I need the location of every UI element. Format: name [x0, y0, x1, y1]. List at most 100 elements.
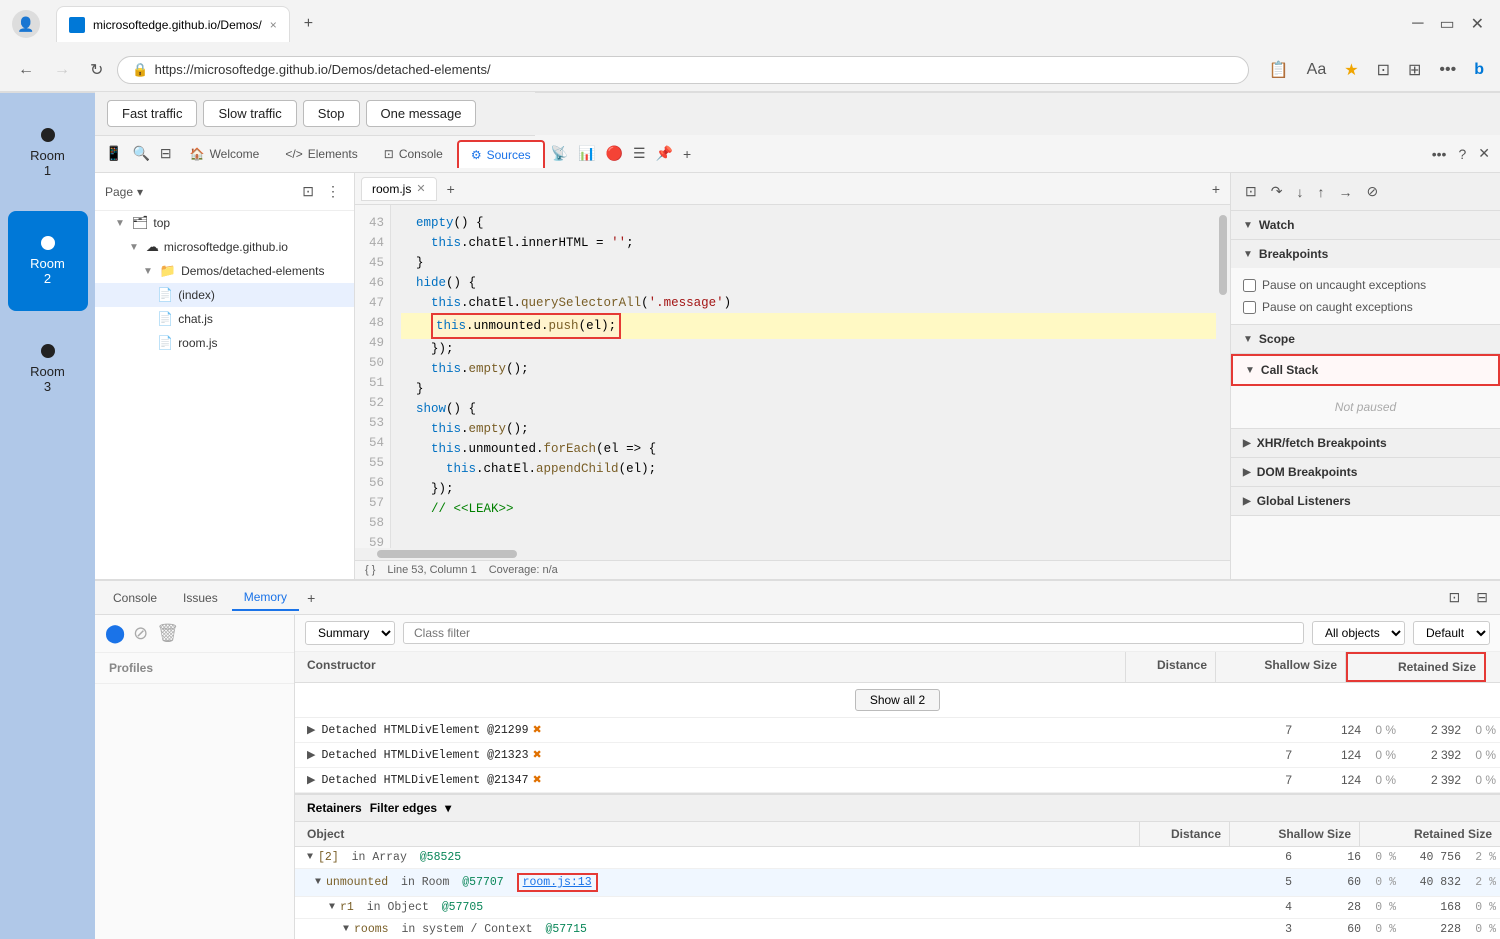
- global-label: Global Listeners: [1257, 494, 1351, 508]
- objects-select[interactable]: All objects: [1312, 621, 1405, 645]
- xhr-header[interactable]: ▶ XHR/fetch Breakpoints: [1231, 429, 1500, 457]
- toggle-drawer-button[interactable]: ⊟: [156, 141, 176, 166]
- pause-uncaught-checkbox[interactable]: [1243, 279, 1256, 292]
- show-all-button[interactable]: Show all 2: [855, 689, 940, 711]
- performance-icon[interactable]: 📊: [574, 141, 599, 166]
- heap-row-3[interactable]: ▶ Detached HTMLDivElement @21347 ✖ 7 124…: [295, 768, 1500, 793]
- collections-button[interactable]: 📋: [1265, 56, 1293, 84]
- scope-header[interactable]: ▼ Scope: [1231, 325, 1500, 353]
- add-panel-button[interactable]: +: [301, 587, 321, 609]
- step-into-button[interactable]: ↓: [1292, 180, 1307, 204]
- tab-console[interactable]: ⊡ Console: [372, 141, 455, 167]
- add-tab-button[interactable]: +: [679, 142, 695, 166]
- step-button[interactable]: →: [1334, 180, 1356, 204]
- breakpoints-header[interactable]: ▼ Breakpoints: [1231, 240, 1500, 268]
- fast-traffic-button[interactable]: Fast traffic: [107, 100, 197, 127]
- add-file-button[interactable]: +: [1208, 177, 1224, 201]
- tab-sources[interactable]: ⚙ Sources: [457, 140, 545, 168]
- sidebar-toggle-button[interactable]: ⊡: [298, 179, 318, 204]
- forward-button[interactable]: →: [48, 57, 76, 83]
- device-toolbar-button[interactable]: 📱: [101, 141, 126, 166]
- tab-elements[interactable]: </> Elements: [273, 141, 369, 167]
- view-mode-select[interactable]: Summary: [305, 621, 395, 645]
- call-stack-header[interactable]: ▼ Call Stack: [1231, 354, 1500, 386]
- ret-row-2[interactable]: ▼ unmounted in Room @57707 room.js:13 5 …: [295, 869, 1500, 897]
- ret-row-4[interactable]: ▼ rooms in system / Context @57715 3 60 …: [295, 919, 1500, 939]
- dom-breakpoints-header[interactable]: ▶ DOM Breakpoints: [1231, 458, 1500, 486]
- bing-chat-button[interactable]: b: [1470, 57, 1488, 83]
- split-screen-button[interactable]: ⊡: [1373, 56, 1394, 84]
- memory-tab[interactable]: Memory: [232, 585, 299, 611]
- settings-button[interactable]: •••: [1435, 57, 1460, 83]
- workspaces-button[interactable]: ⊞: [1404, 56, 1425, 84]
- step-out-button[interactable]: ↑: [1313, 180, 1328, 204]
- tab-welcome[interactable]: 🏠 Welcome: [178, 141, 272, 167]
- tree-top[interactable]: ▼ 🗂 top: [95, 211, 354, 235]
- help-button[interactable]: ?: [1454, 142, 1470, 166]
- sidebar-more-button[interactable]: ⋮: [322, 179, 344, 204]
- immersive-reader-button[interactable]: Aa: [1303, 57, 1331, 83]
- panel-icon1[interactable]: ⊡: [1443, 586, 1467, 609]
- code-content[interactable]: 43444546 47484950 51525354 55565758 59 e…: [355, 205, 1230, 548]
- add-editor-tab-button[interactable]: +: [441, 181, 461, 197]
- room3-item[interactable]: Room3: [8, 319, 88, 419]
- tree-host[interactable]: ▼ ☁ microsoftedge.github.io: [95, 235, 354, 259]
- tree-index[interactable]: 📄 (index): [95, 283, 354, 307]
- tree-folder-label: Demos/detached-elements: [181, 264, 324, 278]
- restore-button[interactable]: ▭: [1435, 10, 1458, 38]
- address-bar[interactable]: 🔒 https://microsoftedge.github.io/Demos/…: [117, 56, 1248, 84]
- stop-record-button[interactable]: ⊘: [133, 623, 148, 644]
- resume-button[interactable]: ⊡: [1241, 179, 1261, 204]
- editor-tab-close[interactable]: ✕: [416, 182, 425, 195]
- browser-tab[interactable]: microsoftedge.github.io/Demos/ ×: [56, 6, 290, 42]
- watch-header[interactable]: ▼ Watch: [1231, 211, 1500, 239]
- stop-button[interactable]: Stop: [303, 100, 360, 127]
- search-button[interactable]: 🔍: [128, 141, 153, 166]
- window-close-button[interactable]: ✕: [1467, 10, 1488, 38]
- ret-row-3[interactable]: ▼ r1 in Object @57705 4 28 0 % 168 0 %: [295, 897, 1500, 919]
- panel-icon2[interactable]: ⊟: [1470, 586, 1494, 609]
- delete-profile-button[interactable]: 🗑: [156, 623, 179, 644]
- record-button[interactable]: ⬤: [105, 623, 125, 644]
- heap-row-2[interactable]: ▶ Detached HTMLDivElement @21323 ✖ 7 124…: [295, 743, 1500, 768]
- room2-item[interactable]: Room2: [8, 211, 88, 311]
- default-select[interactable]: Default: [1413, 621, 1490, 645]
- room1-item[interactable]: Room1: [8, 103, 88, 203]
- editor-scrollbar-handle[interactable]: [1219, 215, 1227, 295]
- tree-folder[interactable]: ▼ 📁 Demos/detached-elements: [95, 259, 354, 283]
- tab-close-button[interactable]: ×: [270, 18, 277, 32]
- editor-hscroll-handle[interactable]: [377, 550, 517, 558]
- application-icon[interactable]: ☰: [629, 141, 650, 166]
- watch-label: Watch: [1259, 218, 1295, 232]
- tree-room[interactable]: 📄 room.js: [95, 331, 354, 355]
- step-over-button[interactable]: ↷: [1267, 179, 1287, 204]
- editor-hscrollbar[interactable]: [355, 548, 1230, 560]
- minimize-button[interactable]: ─: [1408, 11, 1427, 37]
- refresh-button[interactable]: ↻: [84, 56, 109, 84]
- console-tab[interactable]: Console: [101, 586, 169, 610]
- back-button[interactable]: ←: [12, 57, 40, 83]
- profile-avatar[interactable]: 👤: [12, 10, 40, 38]
- more-tabs-button[interactable]: •••: [1428, 142, 1451, 166]
- pin-icon[interactable]: 📌: [652, 141, 677, 166]
- heap-row-1[interactable]: ▶ Detached HTMLDivElement @21299 ✖ 7 124…: [295, 718, 1500, 743]
- favorites-button[interactable]: ★: [1340, 56, 1362, 84]
- close-devtools-button[interactable]: ✕: [1474, 141, 1494, 166]
- deactivate-breakpoints-button[interactable]: ⊘: [1362, 179, 1382, 204]
- slow-traffic-button[interactable]: Slow traffic: [203, 100, 296, 127]
- network-icon[interactable]: 📡: [547, 141, 572, 166]
- ret2-link[interactable]: room.js:13: [517, 873, 598, 892]
- editor-tab-room[interactable]: room.js ✕: [361, 177, 437, 201]
- code-lines: empty() { this.chatEl.innerHTML = ''; } …: [391, 205, 1230, 548]
- tree-chat[interactable]: 📄 chat.js: [95, 307, 354, 331]
- ret-row-1[interactable]: ▼ [2] in Array @58525 6 16 0 % 40 756 2 …: [295, 847, 1500, 869]
- editor-scrollbar[interactable]: [1216, 205, 1230, 548]
- issues-tab[interactable]: Issues: [171, 586, 230, 610]
- pause-caught-checkbox[interactable]: [1243, 301, 1256, 314]
- class-filter-input[interactable]: [403, 622, 1304, 644]
- global-listeners-header[interactable]: ▶ Global Listeners: [1231, 487, 1500, 515]
- page-selector[interactable]: Page ▾: [105, 185, 143, 199]
- one-message-button[interactable]: One message: [366, 100, 477, 127]
- new-tab-button[interactable]: +: [292, 9, 325, 39]
- recorder-icon[interactable]: 🔴: [602, 141, 627, 166]
